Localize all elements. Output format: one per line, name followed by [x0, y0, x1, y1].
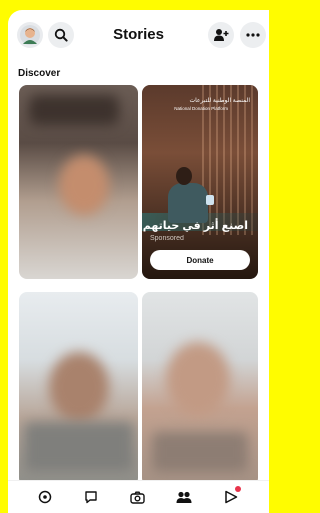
more-options-button[interactable]: [240, 22, 266, 48]
add-friend-icon: [214, 29, 229, 41]
donate-button[interactable]: Donate: [150, 250, 250, 270]
stories-icon: [176, 491, 192, 503]
spotlight-icon: [225, 490, 238, 504]
map-icon: [38, 490, 52, 504]
nav-stories-button[interactable]: [176, 489, 192, 505]
blurred-face: [59, 155, 109, 215]
blurred-body: [24, 422, 134, 472]
sponsored-label: Sponsored: [150, 235, 184, 242]
nav-chat-button[interactable]: [83, 489, 99, 505]
ad-phone: [206, 195, 214, 205]
more-icon: [246, 33, 260, 37]
blurred-title: [29, 95, 119, 125]
chat-icon: [85, 491, 97, 504]
ad-brand-english: National Donation Platform: [174, 106, 228, 111]
discover-story-tile[interactable]: [19, 292, 138, 486]
camera-icon: [129, 491, 145, 504]
nav-spotlight-button[interactable]: [223, 486, 241, 505]
blurred-face: [49, 352, 109, 422]
bottom-navigation: [8, 480, 269, 513]
add-friend-button[interactable]: [208, 22, 234, 48]
nav-map-button[interactable]: [37, 489, 53, 505]
discover-section-label: Discover: [18, 68, 61, 79]
ad-brand-arabic: المنصة الوطنية للتبرعات: [189, 98, 250, 104]
header: Stories: [8, 22, 269, 62]
notification-dot: [235, 486, 241, 492]
discover-story-tile[interactable]: [142, 292, 258, 486]
ad-headline: اصنع أثر في حياتهم: [142, 220, 248, 232]
ad-person-body: [168, 183, 208, 223]
blurred-face: [166, 342, 230, 416]
blurred-body: [152, 432, 248, 472]
stories-screen: Stories Discover المنصة الوطنية للتبرعات: [8, 10, 269, 513]
ad-person-head: [176, 167, 192, 185]
sponsored-story-tile[interactable]: المنصة الوطنية للتبرعات National Donatio…: [142, 85, 258, 279]
nav-camera-button[interactable]: [129, 489, 145, 505]
discover-story-tile[interactable]: [19, 85, 138, 279]
